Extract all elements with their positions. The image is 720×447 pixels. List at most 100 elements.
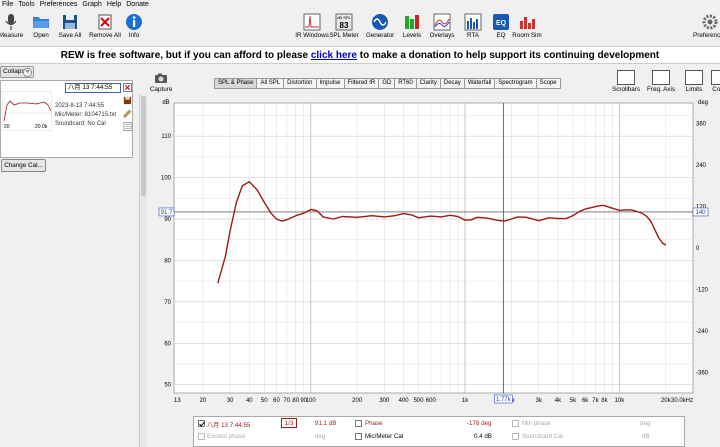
freq-axis-tick: 70	[283, 398, 290, 404]
capture-button[interactable]: Capture	[150, 73, 172, 97]
panel-scrollbar[interactable]	[139, 94, 147, 447]
tab-rt60[interactable]: RT60	[395, 78, 417, 89]
tab-filtered-ir[interactable]: Filtered IR	[344, 78, 380, 89]
menu-item-tools[interactable]: Tools	[16, 0, 37, 11]
graph-tabs: SPL & Phase All SPL Distortion Impulse Filte…	[214, 78, 561, 89]
freq-axis-tick: 10k	[615, 398, 626, 404]
menu-item-file[interactable]: File	[0, 0, 16, 11]
banner-text-start: REW is free software, but if you can aff…	[60, 50, 311, 61]
preferences-label: Preferences	[693, 32, 720, 39]
freq-axis-tick: 300	[379, 398, 390, 404]
tab-spl-phase[interactable]: SPL & Phase	[214, 78, 258, 89]
edit-notes-icon[interactable]	[123, 109, 132, 118]
trace-visibility-checkbox[interactable]	[198, 420, 205, 427]
tab-all-spl[interactable]: All SPL	[257, 78, 285, 89]
donate-link[interactable]: click here	[311, 50, 357, 61]
right-axis-tick: -240	[696, 329, 709, 335]
micmeter-cal-checkbox[interactable]	[355, 433, 362, 440]
cursor-db-label: 91.7	[161, 210, 173, 216]
tab-impulse[interactable]: Impulse	[316, 78, 345, 89]
levels-icon	[405, 15, 419, 29]
tab-clarity[interactable]: Clarity	[416, 78, 441, 89]
left-axis-tick: 100	[161, 176, 172, 182]
menu-bar: File Tools Preferences Graph Help Donate	[0, 0, 720, 11]
right-axis-tick: 240	[696, 163, 707, 169]
generator-icon	[372, 14, 388, 30]
min-phase-unit: deg	[640, 420, 651, 427]
measurement-card[interactable]: 20 20.0k 八月 13 7:44:55 2023-8-13 7:44:55…	[0, 80, 133, 158]
tab-waterfall[interactable]: Waterfall	[464, 78, 496, 89]
measurement-soundcard: Soundcard: No Cal	[55, 121, 106, 127]
freq-axis-tick: 60	[273, 398, 280, 404]
right-axis-tick: 360	[696, 122, 707, 128]
spl-meter-icon: dB SPL83	[335, 13, 353, 31]
tab-scope[interactable]: Scope	[536, 78, 561, 89]
scrollbars-button[interactable]: Scrollbars	[610, 70, 642, 98]
freq-axis-tick: 80	[292, 398, 299, 404]
freq-axis-icon	[652, 70, 670, 85]
room-sim-button[interactable]: Room Sim	[506, 12, 548, 45]
cursor-freq-label: 1.77k	[496, 397, 512, 403]
freq-axis-tick: 200	[352, 398, 363, 404]
phase-value: -178 deg	[467, 420, 492, 427]
measurement-panel: Collapse « 20 20.0k 八月 13 7:44:55 2023-8…	[0, 64, 148, 447]
preferences-button[interactable]: Preferences	[688, 12, 720, 45]
scrollbar-thumb[interactable]	[141, 96, 146, 196]
save-measurement-icon[interactable]	[123, 96, 132, 105]
contr-button[interactable]: Contr	[704, 70, 720, 98]
close-measurement-icon[interactable]	[123, 83, 132, 92]
tab-decay[interactable]: Decay	[440, 78, 465, 89]
soundcard-cal-checkbox[interactable]	[512, 433, 519, 440]
change-cal-button[interactable]: Change Cal...	[1, 159, 46, 172]
spl-meter-unit: dB SPL	[337, 15, 351, 20]
eq-badge-text: EQ	[496, 20, 507, 27]
menu-item-graph[interactable]: Graph	[80, 0, 104, 11]
tab-distortion[interactable]: Distortion	[284, 78, 317, 89]
min-phase-label: Min phase	[522, 420, 551, 427]
info-icon	[126, 14, 142, 30]
measurement-mic: Mic/Meter: 8104715.txt	[55, 112, 117, 118]
ir-windows-icon	[303, 13, 321, 31]
micmeter-cal-value: 0.4 dB	[474, 433, 492, 440]
excess-phase-unit: deg	[315, 433, 326, 440]
freq-axis-tick: 1k	[462, 398, 469, 404]
freq-axis-tick: 400	[399, 398, 410, 404]
trace-legend: 八月 13 7:44:55 1/3 91.1 dB Phase -178 deg…	[193, 416, 685, 447]
capture-label: Capture	[150, 86, 173, 93]
menu-item-donate[interactable]: Donate	[124, 0, 152, 11]
info-button[interactable]: Info	[113, 12, 155, 45]
trace-name: 八月 13 7:44:55	[207, 422, 251, 429]
menu-item-preferences[interactable]: Preferences	[38, 0, 81, 11]
right-axis-tick: -120	[696, 287, 709, 293]
spl-phase-graph[interactable]: dB deg11010090807060503602401200-120-240-…	[150, 98, 720, 416]
soundcard-cal-label: Soundcard Cal	[522, 433, 563, 440]
freq-axis-tick: 30.0kHz	[671, 398, 693, 404]
phase-checkbox[interactable]	[355, 420, 362, 427]
tab-gd[interactable]: GD	[379, 78, 396, 89]
collapse-button[interactable]: Collapse «	[0, 66, 34, 78]
freq-axis-tick: 4k	[555, 398, 562, 404]
excess-phase-checkbox[interactable]	[198, 433, 205, 440]
freq-axis-button[interactable]: Freq. Axis	[645, 70, 677, 98]
freq-axis-tick: 100	[306, 398, 317, 404]
tab-spectrogram[interactable]: Spectrogram	[495, 78, 537, 89]
graph-tool-label: Freq. Axis	[647, 86, 675, 93]
smoothing-selector[interactable]: 1/3	[281, 418, 297, 428]
thumbnail-axis-end: 20.0k	[35, 124, 48, 130]
micmeter-cal-label: Mic/Meter Cal	[365, 433, 404, 440]
measurement-date: 2023-8-13 7:44:55	[55, 103, 105, 109]
freq-axis-tick: 40	[246, 398, 253, 404]
donation-banner: REW is free software, but if you can aff…	[0, 46, 720, 64]
camera-icon	[155, 73, 167, 83]
min-phase-checkbox[interactable]	[512, 420, 519, 427]
freq-axis-tick: 8k	[601, 398, 608, 404]
left-axis-unit: dB	[162, 100, 169, 106]
controls-icon	[711, 70, 720, 85]
soundcard-cal-unit: dB	[642, 433, 650, 440]
left-axis-tick: 80	[164, 258, 171, 264]
measurement-title[interactable]: 八月 13 7:44:55	[65, 83, 121, 93]
scrollbars-icon	[617, 70, 635, 85]
measurement-notes-icon[interactable]	[123, 122, 132, 131]
left-axis-tick: 110	[161, 134, 171, 140]
menu-item-help[interactable]: Help	[105, 0, 124, 11]
